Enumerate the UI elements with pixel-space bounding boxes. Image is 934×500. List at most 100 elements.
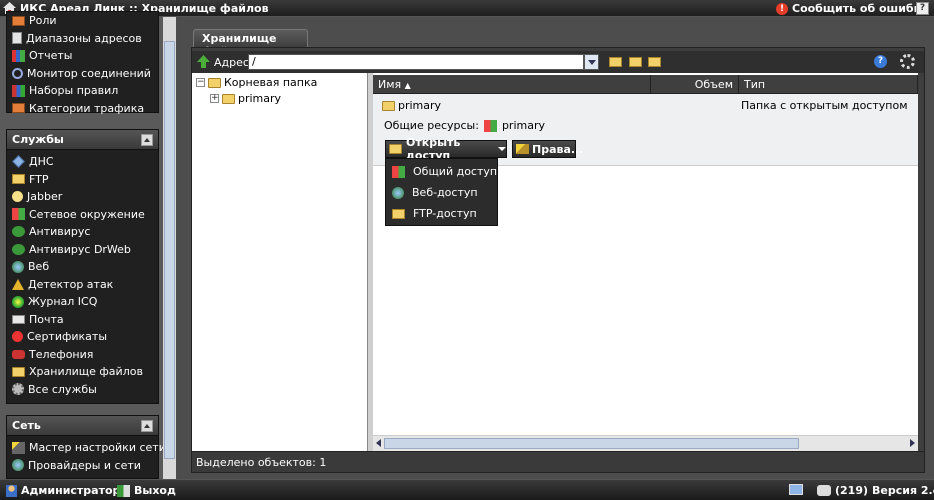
sidebar-item-providers[interactable]: Провайдеры и сети <box>7 457 158 475</box>
column-header-type[interactable]: Тип <box>739 75 918 94</box>
bug-icon <box>12 243 25 255</box>
sidebar-scrollbar[interactable] <box>163 17 176 479</box>
monitor-icon[interactable] <box>789 484 803 495</box>
address-input[interactable]: / <box>248 54 584 70</box>
open-access-button[interactable]: Открыть доступ <box>385 136 507 162</box>
rights-button[interactable]: Права... <box>512 140 583 158</box>
current-user[interactable]: Администратор <box>6 484 120 497</box>
folder-icon <box>382 100 395 111</box>
sidebar-item-antivirus-drweb[interactable]: Антивирус DrWeb <box>7 241 158 259</box>
shares-value[interactable]: primary <box>502 119 545 132</box>
folder-icon <box>208 77 221 88</box>
sidebar-item-reports[interactable]: Отчеты <box>7 47 158 65</box>
sidebar-item-jabber[interactable]: Jabber <box>7 188 158 206</box>
phone-icon <box>12 349 25 359</box>
folder-icon <box>389 144 402 154</box>
messages-button[interactable]: (219) <box>817 484 868 497</box>
user-icon <box>6 484 17 497</box>
row-name-cell: primary <box>398 99 442 112</box>
folder-tree: − Корневая папка + primary <box>192 73 368 451</box>
sidebar-item-traffic-categories[interactable]: Категории трафика <box>7 100 158 118</box>
report-error-button[interactable]: ! Сообщить об ошибке <box>776 1 929 16</box>
sidebar-item-attack-detector[interactable]: Детектор атак <box>7 276 158 294</box>
tree-node-root[interactable]: − Корневая папка <box>196 76 317 89</box>
alert-icon: ! <box>776 2 788 15</box>
list-header: Имя ▲ Объем Тип <box>373 75 918 94</box>
flower-icon <box>12 295 24 308</box>
chart-icon <box>12 49 25 62</box>
tree-node-primary[interactable]: + primary <box>210 92 281 105</box>
menu-item-ftp-access[interactable]: FTP-доступ <box>392 207 477 220</box>
network-panel-header: Сеть <box>7 416 158 436</box>
refresh-icon[interactable] <box>900 54 915 69</box>
admin-panel: Роли Диапазоны адресов Отчеты Монитор со… <box>6 11 159 115</box>
sidebar-item-rule-sets[interactable]: Наборы правил <box>7 82 158 100</box>
globe-icon <box>12 260 24 273</box>
chevron-down-icon <box>498 147 506 151</box>
sidebar-item-mail[interactable]: Почта <box>7 311 158 329</box>
sidebar-item-web[interactable]: Веб <box>7 258 158 276</box>
scrollbar-thumb[interactable] <box>384 438 799 449</box>
menu-item-shared-access[interactable]: Общий доступ <box>392 165 497 178</box>
key-icon <box>516 144 529 154</box>
open-access-menu: Общий доступ Веб-доступ FTP-доступ <box>385 158 498 226</box>
scroll-left-icon[interactable] <box>376 439 381 447</box>
menu-item-web-access[interactable]: Веб-доступ <box>392 186 478 199</box>
windows-icon <box>392 165 405 178</box>
certificate-icon <box>12 331 23 343</box>
list-horizontal-scrollbar[interactable] <box>373 435 918 451</box>
column-header-name[interactable]: Имя ▲ <box>373 75 651 94</box>
sidebar-item-address-ranges[interactable]: Диапазоны адресов <box>7 30 158 48</box>
bottom-bar: Администратор Выход (219) Версия 2.4 <box>0 479 934 500</box>
wand-icon <box>12 441 25 454</box>
column-header-size[interactable]: Объем <box>651 75 739 94</box>
up-arrow-icon[interactable] <box>197 55 210 71</box>
mail-icon <box>12 314 25 324</box>
gear-icon <box>12 383 24 396</box>
network-panel: Сеть Мастер настройки сети Провайдеры и … <box>6 415 166 479</box>
messages-count: (219) <box>835 484 869 497</box>
table-row[interactable]: primary <box>382 99 441 112</box>
scroll-right-icon[interactable] <box>910 439 915 447</box>
sidebar-item-connection-monitor[interactable]: Монитор соединений <box>7 65 158 83</box>
sidebar-item-icq-log[interactable]: Журнал ICQ <box>7 293 158 311</box>
sidebar-item-all-services[interactable]: Все службы <box>7 381 158 399</box>
sidebar-item-file-storage[interactable]: Хранилище файлов <box>7 363 158 381</box>
sidebar-item-certificates[interactable]: Сертификаты <box>7 328 158 346</box>
collapse-icon[interactable] <box>141 134 153 146</box>
help-icon[interactable]: ? <box>874 55 887 68</box>
scrollbar-thumb[interactable] <box>164 41 175 459</box>
collapse-icon[interactable] <box>141 420 153 432</box>
expand-toggle-icon[interactable]: + <box>210 94 219 103</box>
address-dropdown-button[interactable] <box>584 54 599 70</box>
tab-file-storage[interactable]: Хранилище файлов <box>193 29 308 58</box>
folder-properties-icon[interactable] <box>629 57 642 67</box>
services-panel-header: Службы <box>7 130 158 150</box>
folder-icon <box>12 103 25 114</box>
sidebar-item-roles[interactable]: Роли <box>7 12 158 30</box>
new-folder-icon[interactable] <box>609 57 622 67</box>
sidebar-item-network-wizard[interactable]: Мастер настройки сети <box>7 439 166 457</box>
network-title: Сеть <box>12 419 41 432</box>
sidebar-item-antivirus[interactable]: Антивирус <box>7 223 158 241</box>
help-button[interactable]: ? <box>916 2 929 15</box>
version-label: Версия 2.4 <box>872 484 934 497</box>
sidebar-item-ftp[interactable]: FTP <box>7 171 158 189</box>
sidebar-item-dns[interactable]: ДНС <box>7 153 158 171</box>
services-title: Службы <box>12 133 64 146</box>
row-type-cell: Папка с открытым доступом <box>741 99 908 112</box>
sidebar-item-network-neighborhood[interactable]: Сетевое окружение <box>7 206 158 224</box>
report-error-label: Сообщить об ошибке <box>792 2 929 15</box>
services-panel: Службы ДНС FTP Jabber Сетевое окружение … <box>6 129 159 404</box>
bulb-icon <box>12 191 23 203</box>
folder-icon <box>222 93 235 104</box>
sidebar-item-telephony[interactable]: Телефония <box>7 346 158 364</box>
chat-icon <box>817 485 831 496</box>
ftp-icon <box>392 208 405 219</box>
roles-icon <box>12 15 25 26</box>
delete-folder-icon[interactable] <box>648 57 661 67</box>
collapse-toggle-icon[interactable]: − <box>196 78 205 87</box>
magnifier-icon <box>12 67 23 79</box>
logout-button[interactable]: Выход <box>117 484 176 497</box>
warning-icon <box>12 278 24 290</box>
